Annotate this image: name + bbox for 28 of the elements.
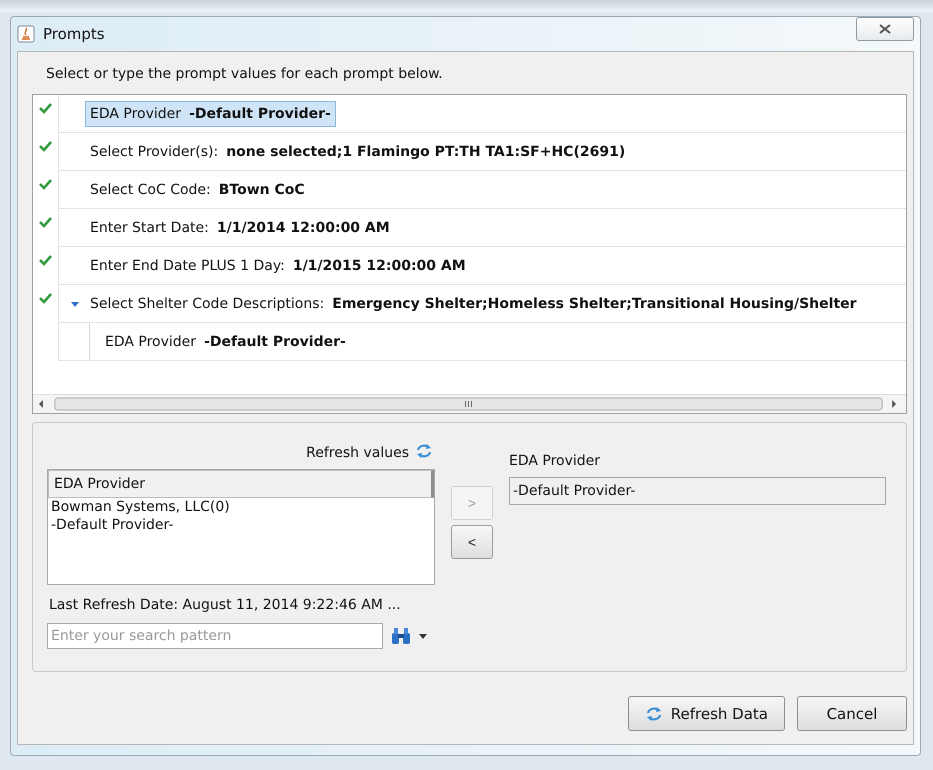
prompt-item[interactable]: Enter Start Date: 1/1/2014 12:00:00 AM [85, 214, 395, 240]
refresh-icon [644, 706, 663, 722]
selected-values-title: EDA Provider [509, 453, 602, 469]
close-button[interactable] [856, 17, 914, 41]
window-title: Prompts [43, 25, 105, 43]
selected-value-field[interactable]: -Default Provider- [509, 477, 886, 505]
horizontal-scrollbar[interactable] [33, 394, 906, 413]
prompt-item[interactable]: Select Provider(s): none selected;1 Flamingo PT:TH TA1:SF+HC(2691) [85, 138, 630, 164]
prompt-item[interactable]: EDA Provider -Default Provider- [100, 328, 351, 354]
prompt-item[interactable]: Select Shelter Code Descriptions: Emergency Shelter;Homeless Shelter;Transitional Housing/Shelter [85, 290, 862, 316]
prompt-item[interactable]: Select CoC Code: BTown CoC [85, 176, 310, 202]
refresh-values-link[interactable]: Refresh values [306, 445, 409, 461]
app-icon [17, 25, 35, 43]
cancel-button[interactable]: Cancel [797, 696, 907, 731]
last-refresh-text: Last Refresh Date: August 11, 2014 9:22:46 AM ... [48, 596, 402, 615]
prompt-item[interactable]: Enter End Date PLUS 1 Day: 1/1/2015 12:00:00 AM [85, 252, 471, 278]
prompt-item[interactable]: EDA Provider -Default Provider- [85, 100, 336, 126]
list-item[interactable]: -Default Provider- [48, 516, 434, 534]
dropdown-arrow-icon[interactable] [419, 634, 427, 638]
list-item[interactable]: Bowman Systems, LLC(0) [48, 498, 434, 516]
column-header[interactable]: EDA Provider [48, 470, 434, 498]
binoculars-icon[interactable] [391, 627, 411, 645]
close-icon [879, 24, 891, 34]
move-button[interactable]: < [451, 525, 493, 559]
refresh-data-button[interactable]: Refresh Data [628, 696, 785, 731]
instruction-text: Select or type the prompt values for each prompt below. [45, 65, 444, 84]
refresh-icon [415, 443, 433, 459]
search-field[interactable]: Enter your search pattern [47, 623, 383, 649]
